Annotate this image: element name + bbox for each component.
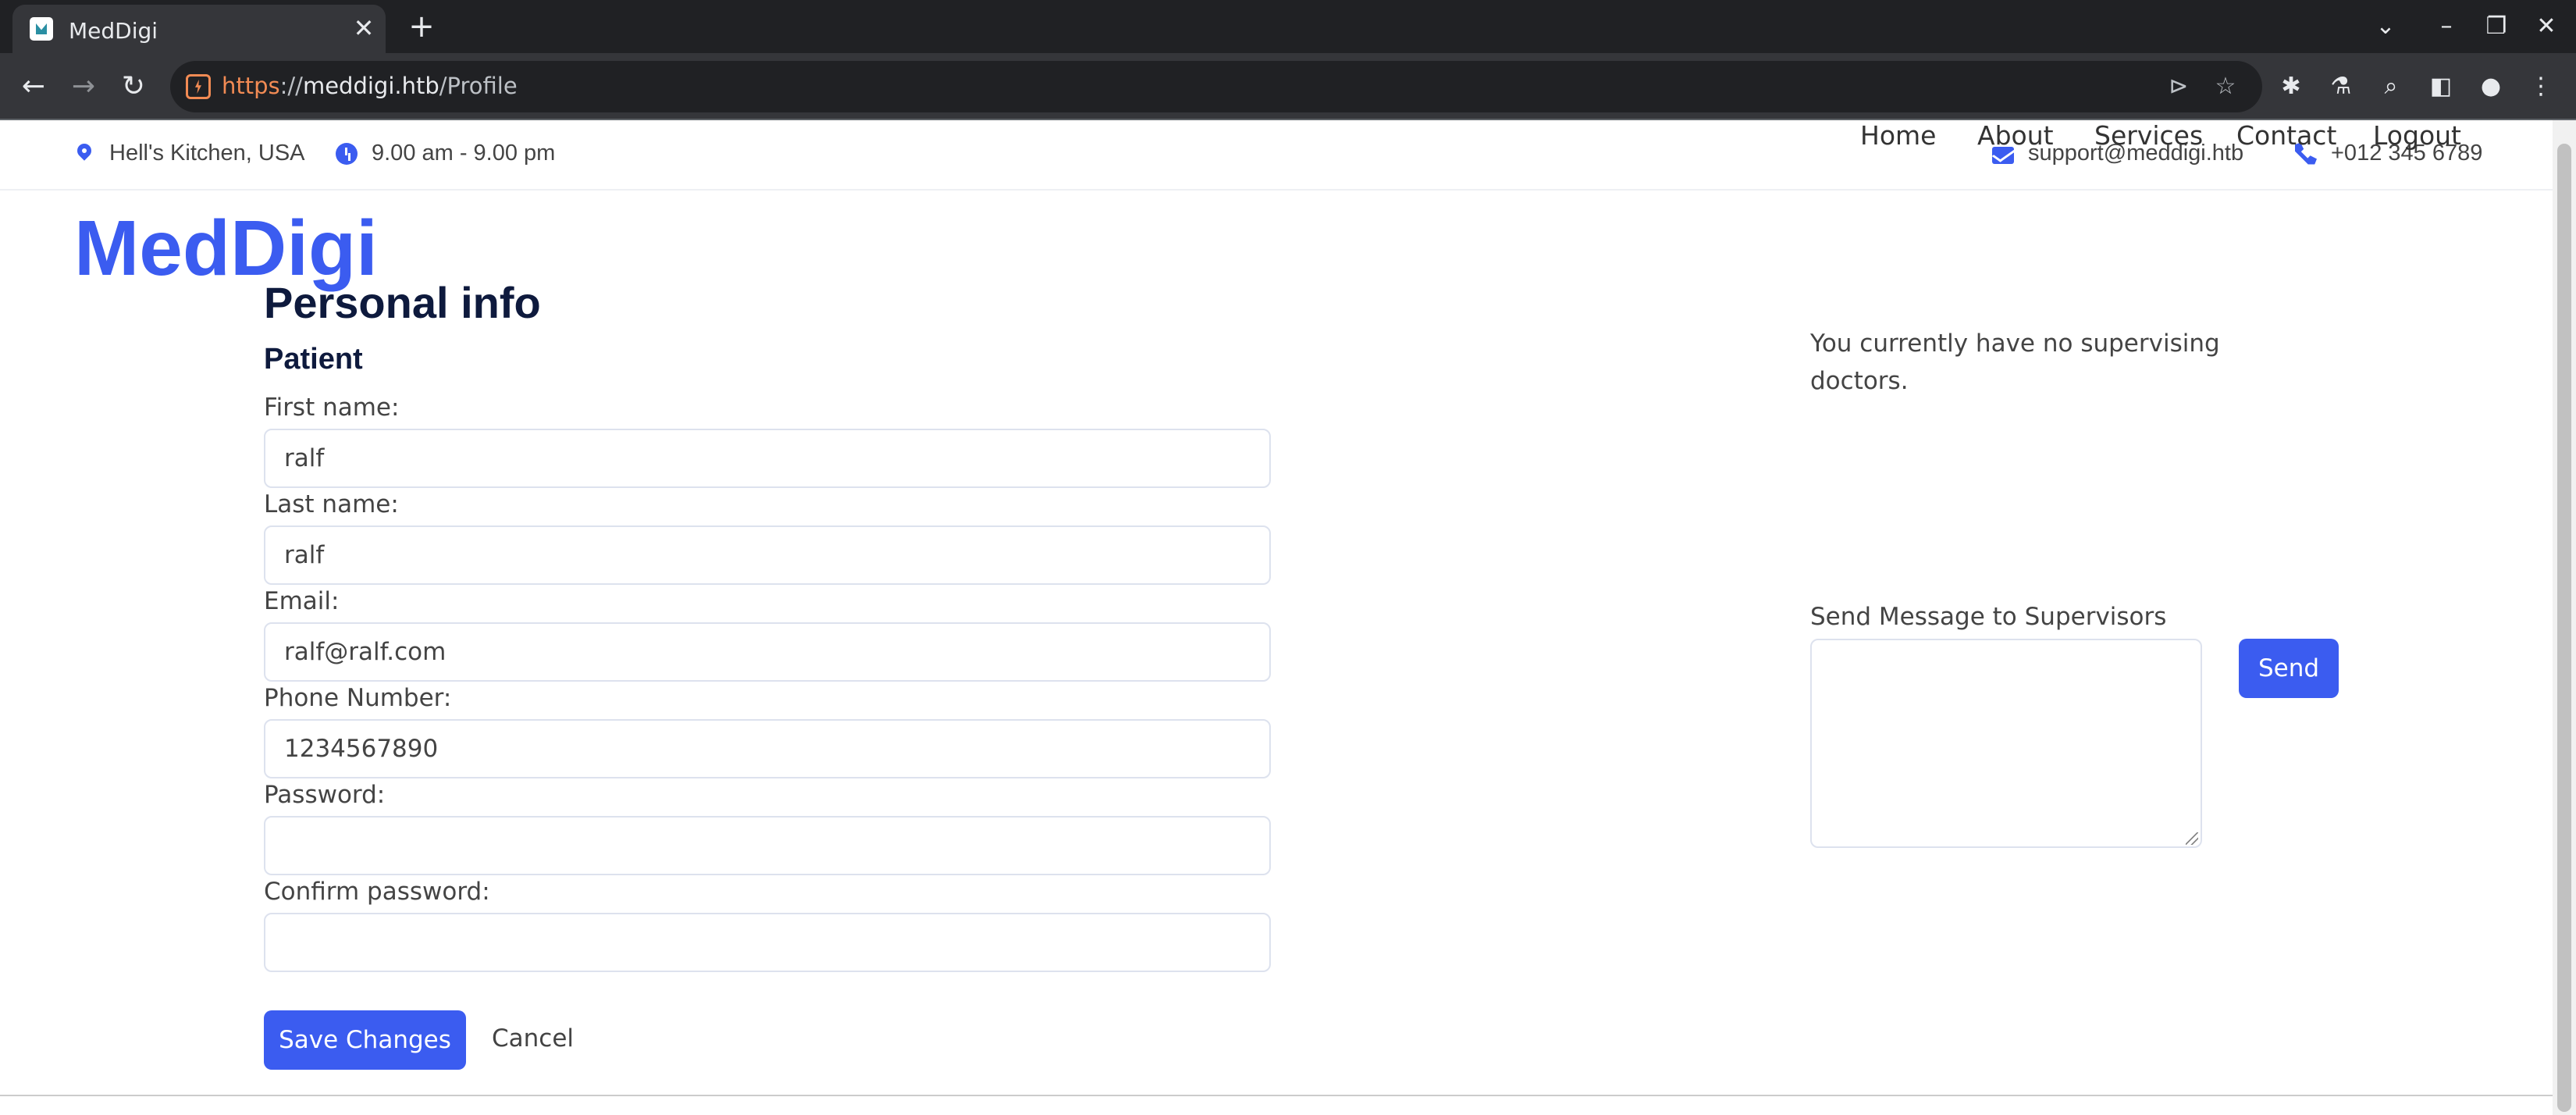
hours-info: 9.00 am - 9.00 pm xyxy=(336,141,555,166)
browser-tab-bar: MedDigi ✕ + ⌄ – ❐ ✕ xyxy=(0,0,2576,53)
save-changes-button[interactable]: Save Changes xyxy=(264,1010,466,1070)
first-name-label: First name: xyxy=(264,394,400,422)
back-icon[interactable]: ← xyxy=(16,69,52,105)
extensions-icon[interactable]: ✱ xyxy=(2275,70,2307,103)
scrollbar-thumb[interactable] xyxy=(2557,144,2571,1112)
nav-contact[interactable]: Contact xyxy=(2236,120,2336,151)
last-name-label: Last name: xyxy=(264,490,399,518)
page-title: Personal info xyxy=(264,278,541,327)
nav-logout[interactable]: Logout xyxy=(2373,120,2461,151)
url-text[interactable]: https://meddigi.htb/Profile xyxy=(222,73,518,99)
map-pin-icon xyxy=(73,143,95,165)
nav-about[interactable]: About xyxy=(1977,120,2054,151)
location-text: Hell's Kitchen, USA xyxy=(109,141,305,166)
email-label: Email: xyxy=(264,587,340,615)
tab-search-chevron-icon[interactable]: ⌄ xyxy=(2370,11,2401,42)
page-scrollbar[interactable] xyxy=(2553,120,2576,1115)
phone-number-label: Phone Number: xyxy=(264,684,452,712)
profile-avatar-icon[interactable]: ● xyxy=(2475,70,2507,103)
close-window-icon[interactable]: ✕ xyxy=(2531,11,2562,42)
restore-icon[interactable]: ❐ xyxy=(2481,11,2512,42)
page-content: Hell's Kitchen, USA 9.00 am - 9.00 pm su… xyxy=(0,120,2553,1096)
role-heading: Patient xyxy=(264,343,363,376)
forward-icon[interactable]: → xyxy=(66,69,101,105)
menu-kebab-icon[interactable]: ⋮ xyxy=(2524,70,2557,103)
phone-number-input[interactable] xyxy=(264,719,1271,778)
nav-services[interactable]: Services xyxy=(2094,120,2203,151)
send-tab-icon[interactable]: ⊳ xyxy=(2164,72,2194,102)
minimize-icon[interactable]: – xyxy=(2431,11,2462,42)
browser-toolbar: ← → ↻ https://meddigi.htb/Profile ⊳ ☆ ✱ … xyxy=(0,53,2576,120)
send-message-button[interactable]: Send xyxy=(2239,639,2339,698)
email-input[interactable] xyxy=(264,622,1271,682)
password-input[interactable] xyxy=(264,816,1271,875)
footer-divider xyxy=(0,1095,2553,1096)
site-info-icon[interactable] xyxy=(186,74,211,99)
address-bar[interactable]: https://meddigi.htb/Profile ⊳ ☆ xyxy=(170,61,2262,112)
password-label: Password: xyxy=(264,781,386,809)
message-textarea[interactable] xyxy=(1810,639,2202,848)
confirm-password-input[interactable] xyxy=(264,913,1271,972)
location-info: Hell's Kitchen, USA xyxy=(73,141,305,166)
hours-text: 9.00 am - 9.00 pm xyxy=(372,141,556,166)
side-panel-icon[interactable]: ◧ xyxy=(2425,70,2457,103)
last-name-input[interactable] xyxy=(264,525,1271,585)
cancel-button[interactable]: Cancel xyxy=(492,1024,574,1053)
new-tab-icon[interactable]: + xyxy=(406,11,437,42)
confirm-password-label: Confirm password: xyxy=(264,878,490,906)
close-tab-icon[interactable]: ✕ xyxy=(350,14,378,42)
browser-tab[interactable]: MedDigi ✕ xyxy=(12,5,386,53)
first-name-input[interactable] xyxy=(264,429,1271,488)
clock-icon xyxy=(336,142,358,165)
nav-home[interactable]: Home xyxy=(1860,120,1936,151)
zoom-search-icon[interactable]: ⌕ xyxy=(2375,70,2407,103)
site-logo[interactable]: MedDigi xyxy=(74,209,378,287)
labs-flask-icon[interactable]: ⚗ xyxy=(2325,70,2357,103)
no-supervisors-text: You currently have no supervising doctor… xyxy=(1810,330,2220,395)
reload-icon[interactable]: ↻ xyxy=(116,69,151,105)
textarea-resize-handle[interactable] xyxy=(2186,832,2198,845)
message-label: Send Message to Supervisors xyxy=(1810,603,2167,631)
bookmark-star-icon[interactable]: ☆ xyxy=(2211,72,2240,102)
favicon-icon xyxy=(30,17,53,41)
tab-title: MedDigi xyxy=(69,18,158,44)
